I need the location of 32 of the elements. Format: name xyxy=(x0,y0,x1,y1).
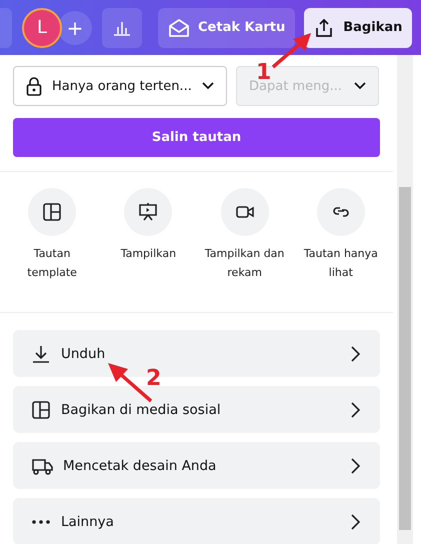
bar-chart-icon xyxy=(113,20,131,36)
chevron-right-icon xyxy=(350,458,360,474)
analytics-button[interactable] xyxy=(102,8,142,48)
copy-link-button[interactable]: Salin tautan xyxy=(13,118,380,157)
download-icon xyxy=(31,344,51,364)
upload-icon xyxy=(314,18,334,38)
action-label: Tampilkan dan rekam xyxy=(204,246,286,281)
annotation-arrow xyxy=(270,30,314,70)
avatar[interactable]: L xyxy=(22,8,62,48)
chevron-right-icon xyxy=(350,514,360,530)
share-button[interactable]: Bagikan xyxy=(304,8,412,48)
option-item[interactable]: Bagikan di media sosial xyxy=(13,386,380,433)
action-label: Tampilkan xyxy=(120,246,176,262)
chevron-right-icon xyxy=(350,346,360,362)
lock-icon xyxy=(26,76,42,96)
scrollbar[interactable] xyxy=(397,55,413,544)
add-button[interactable]: + xyxy=(58,10,92,44)
chevron-down-icon xyxy=(354,82,366,90)
option-item[interactable]: Mencetak desain Anda xyxy=(13,442,380,489)
option-item[interactable]: Lainnya xyxy=(13,498,380,544)
action-label: Tautan template xyxy=(26,246,78,281)
envelope-icon xyxy=(168,18,190,38)
chevron-right-icon xyxy=(350,402,360,418)
scrollbar-thumb[interactable] xyxy=(399,187,411,530)
action-label: Tautan hanya lihat xyxy=(302,246,379,281)
print-card-button[interactable]: Cetak Kartu xyxy=(158,8,296,48)
access-dropdown[interactable]: Hanya orang terten... xyxy=(13,66,227,106)
layout-icon xyxy=(42,202,62,222)
layout-icon xyxy=(31,400,51,420)
more-icon xyxy=(31,520,51,524)
chevron-down-icon xyxy=(202,82,214,90)
presentation-icon xyxy=(138,202,158,222)
